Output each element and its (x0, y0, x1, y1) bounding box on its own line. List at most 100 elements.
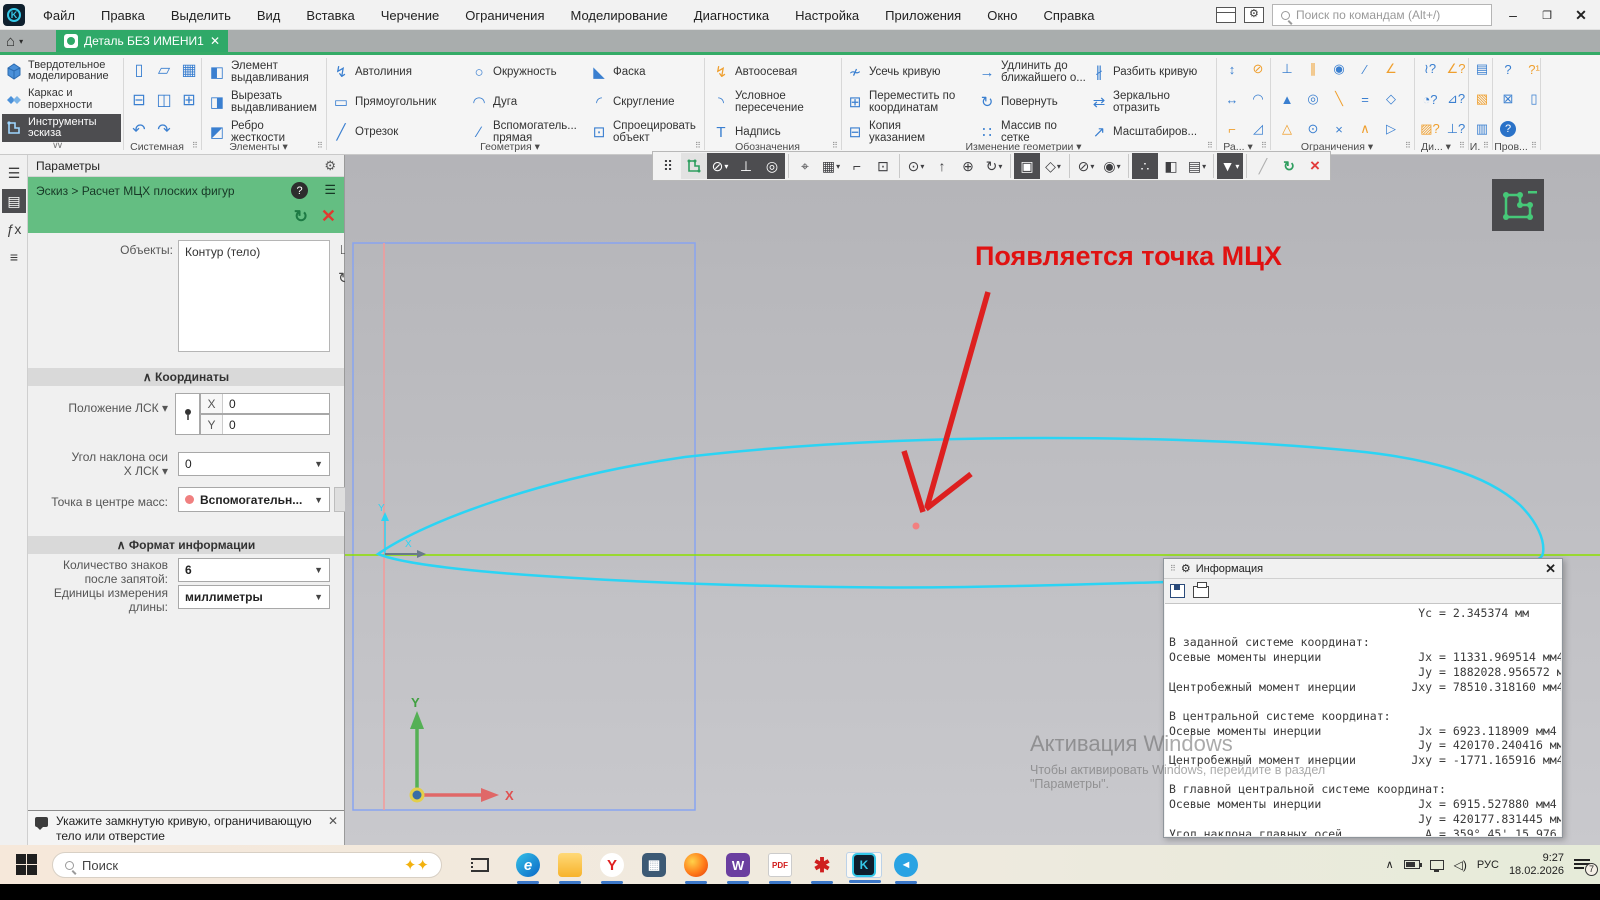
local-cs-button[interactable]: ⌖ (792, 153, 818, 179)
command-search-input[interactable]: Поиск по командам (Alt+/) (1272, 4, 1492, 26)
variables-fx-icon[interactable]: ƒx (2, 217, 26, 241)
taskbar-app-firefox[interactable] (678, 852, 714, 878)
dimension-diameter-icon[interactable]: ⊘ (1246, 56, 1270, 82)
restore-button[interactable]: ❐ (1534, 2, 1560, 28)
information-window[interactable]: ⠿ ⚙ Информация ✕ Yc = 2.345374 мм В зада… (1163, 558, 1563, 838)
network-icon[interactable] (1430, 860, 1444, 870)
trim-curve-tool[interactable]: ≁Усечь кривую (846, 57, 941, 87)
clip-objects-button[interactable]: ⊘▾ (707, 153, 733, 179)
document-tab[interactable]: Деталь БЕЗ ИМЕНИ1 ✕ (56, 30, 228, 52)
mass-center-combo[interactable]: Вспомогательн... ▼ (178, 487, 330, 512)
ribbon-group-handle[interactable]: ⠿ (1207, 141, 1213, 150)
grid-button[interactable]: ▦▾ (818, 153, 844, 179)
mode-button-1[interactable]: Твердотельноемоделирование (2, 57, 121, 85)
ortho-mode-button[interactable]: ⊥ (733, 153, 759, 179)
taskbar-app-windjview[interactable]: W (720, 852, 756, 878)
constraint-arrow-icon[interactable]: ▷ (1379, 116, 1403, 142)
fillet-tool[interactable]: ◜Скругление (590, 87, 675, 117)
clock[interactable]: 9:27 18.02.2026 (1509, 852, 1564, 878)
objects-item[interactable]: Контур (тело) (185, 245, 260, 259)
conditional-intersection-tool[interactable]: ◝Условноепересечение (712, 87, 804, 117)
dimension-arc-icon[interactable]: ◠ (1246, 86, 1270, 112)
taskbar-app-explorer[interactable] (552, 852, 588, 878)
chamfer-tool[interactable]: ◣Фаска (590, 57, 646, 87)
chevron-down-icon[interactable]: ▾ (1057, 162, 1061, 171)
menu-3[interactable]: Выделить (158, 0, 244, 30)
task-view-button[interactable] (462, 852, 498, 878)
menu-9[interactable]: Диагностика (681, 0, 782, 30)
constraint-vertex-icon[interactable]: ∧ (1353, 116, 1377, 142)
y-value[interactable]: 0 (223, 415, 329, 434)
snap-points-button[interactable]: ∴ (1132, 153, 1158, 179)
battery-icon[interactable] (1404, 860, 1420, 869)
save-report-icon[interactable] (1170, 584, 1185, 598)
mode-button-3[interactable]: Инструментыэскиза (2, 114, 121, 142)
format-section-header[interactable]: ∧ Формат информации (28, 536, 344, 554)
constraint-angle-icon[interactable]: ∠ (1379, 56, 1403, 82)
constraint-line-icon[interactable]: ∕ (1353, 56, 1377, 82)
toolbar-drag-handle[interactable]: ⠿ (655, 153, 681, 179)
menu-7[interactable]: Ограничения (452, 0, 557, 30)
measure-angle-icon[interactable]: ∠? (1444, 56, 1468, 82)
chevron-down-icon[interactable]: ▾ (1117, 162, 1121, 171)
taskbar-app-edge[interactable]: e (510, 852, 546, 878)
taskbar-app-telegram[interactable]: ◄ (888, 852, 924, 878)
auto-axis-tool[interactable]: ↯Автоосевая (712, 57, 797, 87)
info-window-close-icon[interactable]: ✕ (1545, 561, 1556, 577)
menu-5[interactable]: Вставка (293, 0, 367, 30)
dimension-corner-icon[interactable]: ⌐ (1220, 116, 1244, 142)
cut-extrude-tool[interactable]: ◨Вырезатьвыдавливанием (208, 87, 317, 117)
constraint-equal-icon[interactable]: = (1353, 86, 1377, 112)
refresh-icon[interactable]: ↻ (294, 207, 308, 227)
constraint-coincident-icon[interactable]: ◉ (1327, 56, 1351, 82)
y-coordinate-field[interactable]: Y 0 (200, 414, 330, 435)
circle-tool[interactable]: ○Окружность (470, 57, 557, 87)
menu-4[interactable]: Вид (244, 0, 294, 30)
ribbon-group-handle[interactable]: ⠿ (1531, 141, 1537, 150)
autoline-tool[interactable]: ↯Автолиния (332, 57, 412, 87)
structure-icon[interactable]: ☰ (324, 182, 336, 198)
pin-button[interactable] (175, 393, 200, 435)
collapse-chevron-icon[interactable]: ∨∨ (52, 140, 61, 151)
filter-button[interactable]: ▼▾ (1217, 153, 1243, 179)
sketch-mode-button[interactable] (681, 153, 707, 179)
taskbar-app-paint[interactable]: ✱ (804, 852, 840, 878)
ribbon-group-handle[interactable]: ⠿ (1483, 141, 1489, 150)
menu-11[interactable]: Приложения (872, 0, 974, 30)
constraint-fix-icon[interactable]: ▲ (1275, 86, 1299, 112)
constraint-triangle-icon[interactable]: △ (1275, 116, 1299, 142)
stamp-button[interactable]: ▤▾ (1184, 153, 1210, 179)
redo-icon[interactable]: ↷ (153, 118, 175, 142)
tree-panel-icon[interactable]: ☰ (2, 161, 26, 185)
measure-axis-icon[interactable]: ⊥? (1444, 116, 1468, 142)
zoom-button[interactable]: ⊙▾ (903, 153, 929, 179)
trash-icon[interactable]: ▯ (1522, 86, 1546, 112)
taskbar-app-pdf[interactable]: PDF (762, 852, 798, 878)
zoom-area-button[interactable]: ⊡ (870, 153, 896, 179)
mode-button-2[interactable]: Каркас иповерхности (2, 86, 121, 114)
rectangle-tool[interactable]: ▭Прямоугольник (332, 87, 436, 117)
language-indicator[interactable]: РУС (1477, 859, 1499, 871)
minimize-button[interactable]: – (1500, 2, 1526, 28)
measure-length-icon[interactable]: ⊿? (1444, 86, 1468, 112)
extrude-tool[interactable]: ◧Элементвыдавливания (208, 57, 309, 87)
pan-button[interactable]: ⊕ (955, 153, 981, 179)
save-icon[interactable]: ▦ (178, 58, 200, 82)
constraint-perpendicular-icon[interactable]: ⊥ (1275, 56, 1299, 82)
section-view-button[interactable]: ◧ (1158, 153, 1184, 179)
menu-8[interactable]: Моделирование (558, 0, 681, 30)
ribbon-group-handle[interactable]: ⠿ (1261, 141, 1267, 150)
menu-2[interactable]: Правка (88, 0, 158, 30)
chevron-down-icon[interactable]: ▾ (836, 162, 840, 171)
xray-mode-button[interactable]: ◎ (759, 153, 785, 179)
menu-6[interactable]: Черчение (368, 0, 453, 30)
taskbar-search-input[interactable]: Поиск ✦✦ (52, 852, 442, 878)
measure-area-icon[interactable]: ▨? (1418, 116, 1442, 142)
ribbon-group-handle[interactable]: ⠿ (1459, 141, 1465, 150)
taskbar-app-kompas[interactable]: K (846, 852, 882, 878)
parameters-panel-icon[interactable]: ▤ (2, 189, 26, 213)
info-window-titlebar[interactable]: ⠿ ⚙ Информация ✕ (1164, 559, 1562, 579)
start-button[interactable] (16, 854, 38, 876)
tools-icon-2[interactable]: ▧ (1470, 86, 1494, 112)
dimension-linear-icon[interactable]: ↕ (1220, 56, 1244, 82)
